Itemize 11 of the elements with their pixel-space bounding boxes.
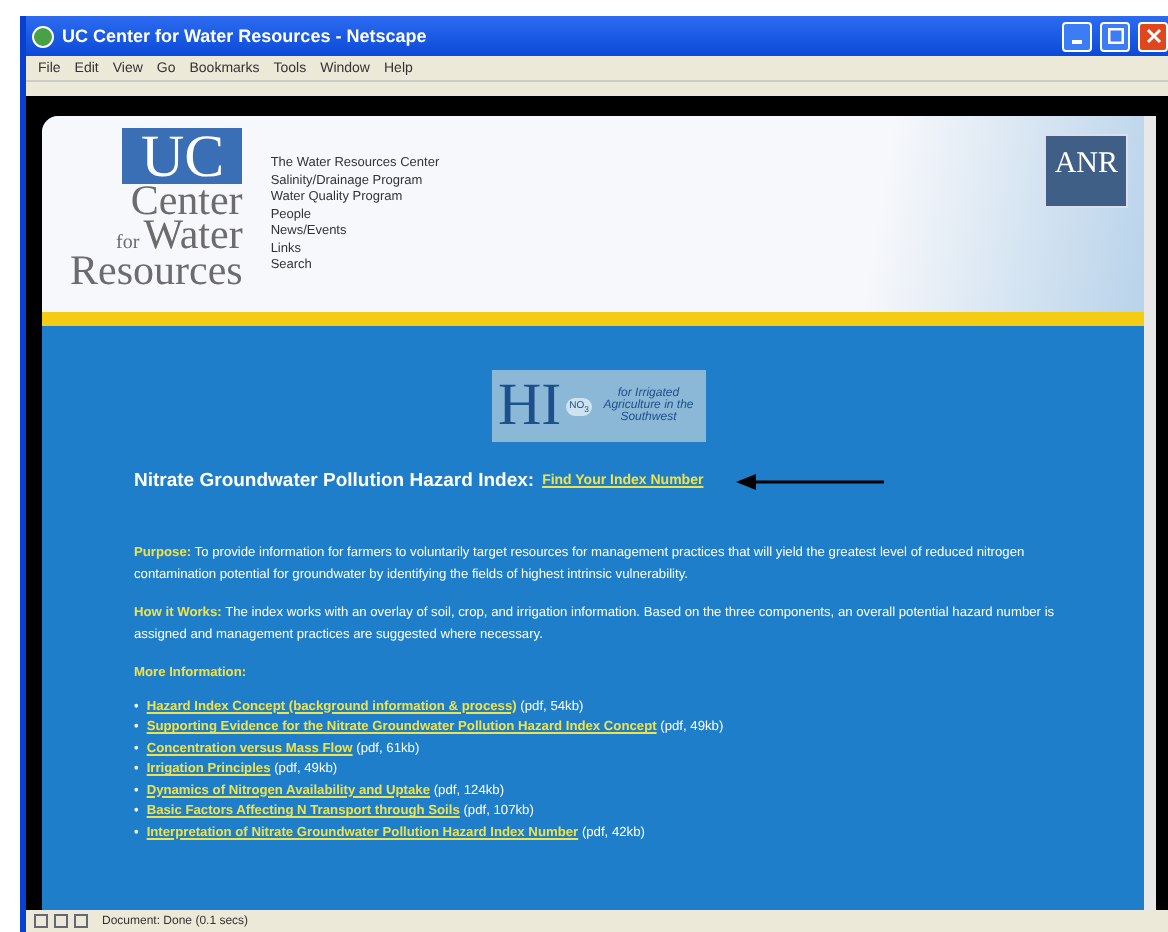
minimize-button[interactable] <box>1062 21 1092 51</box>
arrow-icon <box>735 473 884 489</box>
close-icon <box>1145 28 1161 44</box>
maximize-icon <box>1107 28 1123 44</box>
anr-logo: ANR <box>1044 134 1128 208</box>
center-logo: UC Center forWater Resources <box>70 128 243 299</box>
page-heading: Nitrate Groundwater Pollution Hazard Index: <box>134 470 535 492</box>
browser-icon <box>32 25 54 47</box>
close-button[interactable] <box>1138 21 1168 51</box>
maximize-button[interactable] <box>1100 21 1130 51</box>
window-title: UC Center for Water Resources - Netscape <box>62 26 429 46</box>
